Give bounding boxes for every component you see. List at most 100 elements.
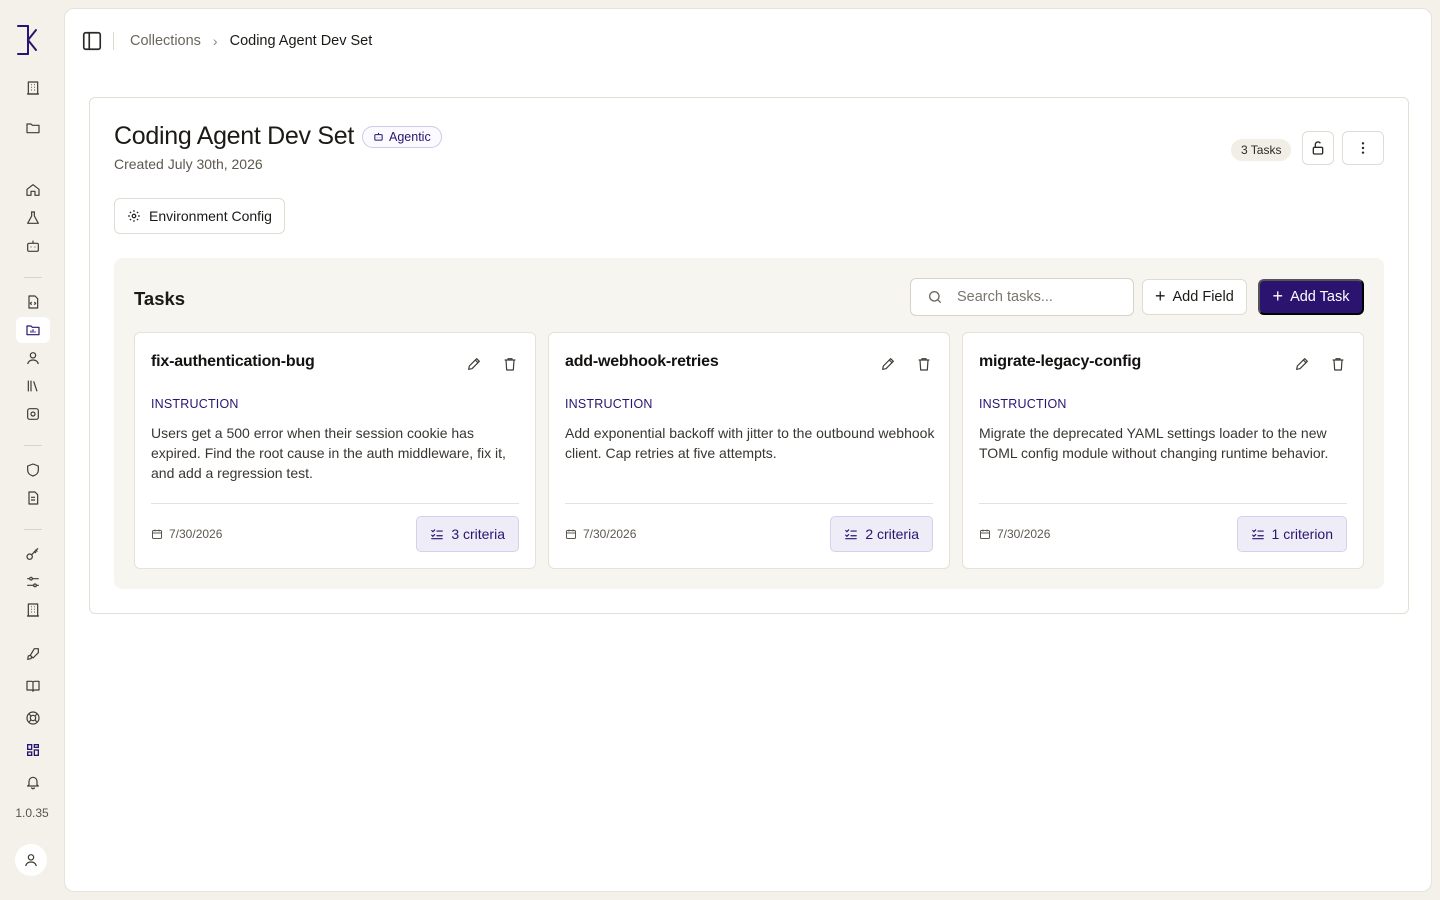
breadcrumb-current: Coding Agent Dev Set	[229, 33, 373, 49]
tasks-heading: Tasks	[134, 288, 186, 309]
list-checks-icon	[845, 529, 858, 540]
plus-icon: +	[1272, 286, 1284, 306]
tasks-panel: Tasks + Add Field + Add Task fix-authent…	[114, 258, 1384, 589]
topbar: Collections › Coding Agent Dev Set	[81, 27, 372, 55]
file-text-icon[interactable]	[16, 486, 50, 510]
plus-icon: +	[1155, 286, 1166, 306]
criteria-label: 1 criterion	[1271, 526, 1333, 542]
shield-icon[interactable]	[16, 458, 50, 482]
search-box[interactable]	[910, 278, 1134, 316]
building-2-icon[interactable]	[16, 598, 50, 622]
environment-config-button[interactable]: Environment Config	[114, 198, 285, 234]
library-icon[interactable]	[16, 374, 50, 398]
grid-icon[interactable]	[16, 738, 50, 762]
user-avatar-icon[interactable]	[15, 844, 47, 876]
criteria-button[interactable]: 2 criteria	[830, 516, 933, 552]
sidebar-toggle-icon[interactable]	[81, 30, 103, 52]
task-divider	[151, 503, 519, 504]
bot-icon	[374, 132, 383, 141]
list-checks-icon	[431, 529, 444, 540]
calendar-icon	[980, 529, 990, 539]
trash-icon[interactable]	[915, 355, 933, 373]
app-version: 1.0.35	[15, 806, 49, 820]
main-panel: Collections › Coding Agent Dev Set Codin…	[64, 8, 1432, 892]
task-date: 7/30/2026	[565, 527, 636, 541]
more-vertical-icon	[1361, 142, 1365, 154]
trash-icon[interactable]	[1329, 355, 1347, 373]
task-name: migrate-legacy-config	[979, 353, 1142, 370]
life-buoy-icon[interactable]	[16, 706, 50, 730]
title-row: Coding Agent Dev Set Agentic	[114, 122, 442, 151]
user-icon[interactable]	[16, 346, 50, 370]
task-date-value: 7/30/2026	[583, 527, 637, 541]
agentic-badge: Agentic	[362, 125, 442, 148]
topbar-divider	[113, 32, 114, 50]
criteria-label: 3 criteria	[451, 526, 505, 542]
instruction-text: Users get a 500 error when their session…	[151, 425, 506, 481]
lock-button[interactable]	[1302, 131, 1334, 165]
criteria-button[interactable]: 1 criterion	[1236, 516, 1347, 552]
sidebar-divider	[24, 529, 42, 530]
task-count-badge: 3 Tasks	[1231, 139, 1292, 161]
add-field-button[interactable]: + Add Field	[1142, 279, 1247, 315]
instruction-label: INSTRUCTION	[151, 397, 239, 411]
task-actions	[465, 355, 519, 373]
sidebar: 1.0.35	[0, 0, 64, 900]
bot-icon[interactable]	[16, 234, 50, 258]
search-icon	[929, 291, 941, 303]
folder-chart-icon[interactable]	[16, 317, 50, 343]
task-card[interactable]: fix-authentication-bug INSTRUCTION Users…	[134, 332, 536, 569]
task-name: add-webhook-retries	[565, 353, 719, 370]
task-actions	[1293, 355, 1347, 373]
key-icon[interactable]	[16, 542, 50, 566]
home-icon[interactable]	[16, 178, 50, 202]
task-card[interactable]: add-webhook-retries INSTRUCTION Add expo…	[548, 332, 950, 569]
pencil-icon[interactable]	[465, 355, 483, 373]
logo-icon[interactable]	[14, 22, 40, 58]
instruction-label: INSTRUCTION	[565, 397, 653, 411]
instruction-text: Migrate the deprecated YAML settings loa…	[979, 425, 1329, 461]
task-card[interactable]: migrate-legacy-config INSTRUCTION Migrat…	[962, 332, 1364, 569]
criteria-button[interactable]: 3 criteria	[416, 516, 519, 552]
task-date: 7/30/2026	[979, 527, 1050, 541]
collection-card: Coding Agent Dev Set Agentic Created Jul…	[89, 97, 1409, 614]
task-date-value: 7/30/2026	[169, 527, 223, 541]
trash-icon[interactable]	[501, 355, 519, 373]
file-code-icon[interactable]	[16, 290, 50, 314]
pencil-icon[interactable]	[1293, 355, 1311, 373]
search-input[interactable]	[957, 289, 1117, 305]
calendar-icon	[566, 529, 576, 539]
task-actions	[879, 355, 933, 373]
sidebar-divider	[24, 445, 42, 446]
unlock-icon	[1312, 141, 1324, 155]
pencil-icon[interactable]	[879, 355, 897, 373]
task-name: fix-authentication-bug	[151, 353, 315, 370]
sliders-icon[interactable]	[16, 570, 50, 594]
bell-icon[interactable]	[16, 770, 50, 794]
task-divider	[979, 503, 1347, 504]
add-task-button[interactable]: + Add Task	[1258, 279, 1364, 315]
chevron-right-icon: ›	[212, 33, 218, 49]
breadcrumb-collections-link[interactable]: Collections	[130, 33, 201, 49]
task-divider	[565, 503, 933, 504]
calendar-icon	[152, 529, 162, 539]
breadcrumb: Collections › Coding Agent Dev Set	[130, 33, 372, 49]
folder-icon[interactable]	[16, 116, 50, 140]
building-icon[interactable]	[16, 76, 50, 100]
agentic-badge-label: Agentic	[389, 129, 431, 144]
page-title: Coding Agent Dev Set	[114, 122, 354, 150]
task-date-value: 7/30/2026	[997, 527, 1051, 541]
rocket-icon[interactable]	[16, 642, 50, 666]
book-icon[interactable]	[16, 674, 50, 698]
more-options-button[interactable]	[1342, 131, 1384, 165]
add-task-label: Add Task	[1290, 289, 1350, 305]
instruction-text: Add exponential backoff with jitter to t…	[565, 425, 935, 461]
settings-cog-icon[interactable]	[16, 402, 50, 426]
created-date: Created July 30th, 2026	[114, 156, 263, 172]
criteria-label: 2 criteria	[865, 526, 919, 542]
flask-icon[interactable]	[16, 206, 50, 230]
task-date: 7/30/2026	[151, 527, 222, 541]
instruction-label: INSTRUCTION	[979, 397, 1067, 411]
environment-config-label: Environment Config	[149, 208, 272, 224]
add-field-label: Add Field	[1172, 289, 1234, 305]
